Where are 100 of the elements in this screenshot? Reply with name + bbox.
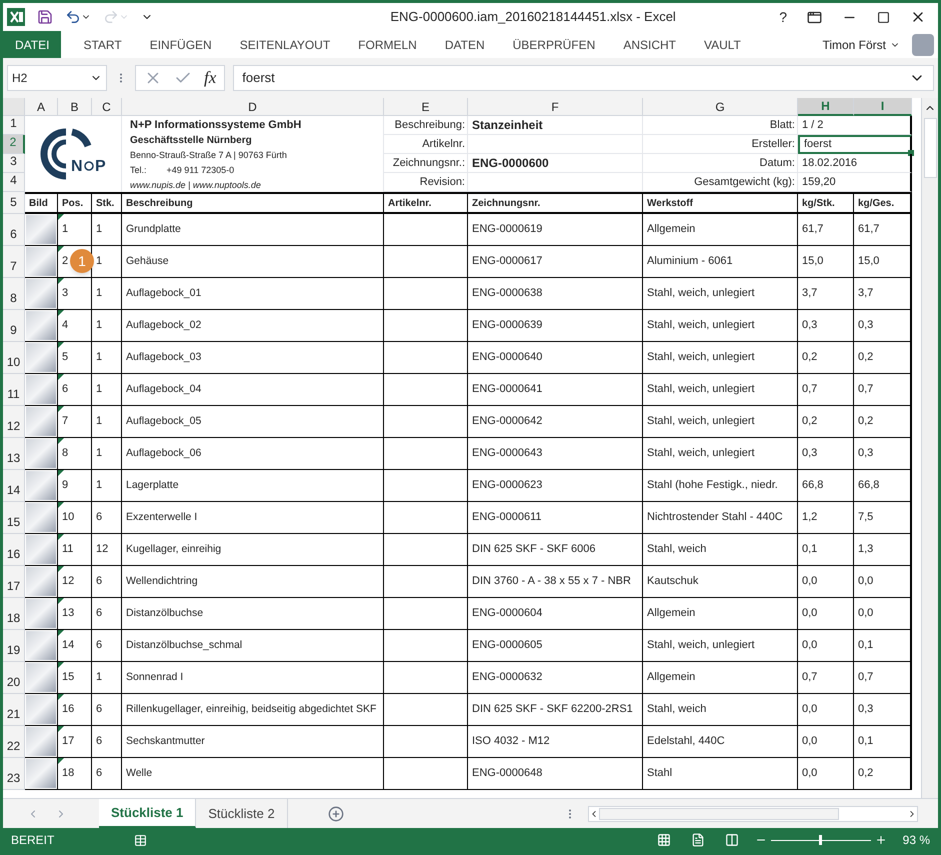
file-tab[interactable]: DATEI: [3, 31, 62, 58]
table-cell: 1: [92, 310, 122, 342]
ribbon-tab[interactable]: EINFÜGEN: [136, 31, 226, 58]
column-header[interactable]: G: [643, 98, 798, 116]
error-indicator-icon[interactable]: [58, 246, 64, 252]
row-header[interactable]: 15: [3, 502, 25, 534]
error-indicator-icon[interactable]: [58, 694, 64, 700]
row-header[interactable]: 8: [3, 278, 25, 310]
excel-logo-icon[interactable]: [7, 8, 25, 26]
horizontal-scrollbar[interactable]: [588, 806, 918, 822]
error-indicator-icon[interactable]: [58, 438, 64, 444]
table-cell: 7: [58, 406, 92, 438]
page-break-icon[interactable]: [724, 833, 739, 847]
error-indicator-icon[interactable]: [58, 214, 64, 220]
error-indicator-icon[interactable]: [58, 342, 64, 348]
undo-icon[interactable]: [65, 9, 91, 25]
row-header[interactable]: 10: [3, 342, 25, 374]
column-header[interactable]: C: [92, 98, 122, 116]
table-cell: 15,0: [798, 246, 854, 278]
row-header[interactable]: 18: [3, 598, 25, 630]
error-indicator-icon[interactable]: [58, 662, 64, 668]
table-cell: Auflagebock_02: [122, 310, 384, 342]
zoom-slider-thumb[interactable]: [818, 835, 822, 845]
row-header[interactable]: 21: [3, 694, 25, 726]
maximize-icon[interactable]: [877, 10, 890, 24]
zoom-in-icon[interactable]: [874, 834, 887, 846]
error-indicator-icon[interactable]: [58, 630, 64, 636]
normal-view-icon[interactable]: [656, 833, 671, 847]
row-header[interactable]: 13: [3, 438, 25, 470]
error-indicator-icon[interactable]: [58, 534, 64, 540]
scroll-thumb[interactable]: [924, 118, 936, 178]
error-indicator-icon[interactable]: [58, 406, 64, 412]
error-indicator-icon[interactable]: [58, 502, 64, 508]
row-header[interactable]: 1: [3, 116, 25, 135]
part-thumbnail: [26, 663, 56, 692]
column-header[interactable]: H: [798, 98, 854, 116]
ribbon-tab[interactable]: DATEN: [430, 31, 499, 58]
zoom-slider[interactable]: [770, 835, 871, 845]
row-header[interactable]: 6: [3, 214, 25, 246]
error-indicator-icon[interactable]: [58, 470, 64, 476]
table-cell: Grundplatte: [122, 214, 384, 246]
column-header[interactable]: D: [122, 98, 384, 116]
ribbon-tab[interactable]: ANSICHT: [609, 31, 690, 58]
error-indicator-icon[interactable]: [58, 278, 64, 284]
error-indicator-icon[interactable]: [58, 566, 64, 572]
column-header[interactable]: F: [468, 98, 643, 116]
scroll-thumb[interactable]: [599, 808, 839, 820]
table-cell: 11: [58, 534, 92, 566]
error-indicator-icon[interactable]: [58, 310, 64, 316]
sheet-tab[interactable]: Stückliste 1: [99, 799, 196, 828]
column-header[interactable]: B: [58, 98, 92, 116]
table-cell: 0,7: [798, 662, 854, 694]
table-cell: ENG-0000642: [468, 406, 643, 438]
row-header[interactable]: 11: [3, 374, 25, 406]
row-header[interactable]: 16: [3, 534, 25, 566]
ribbon-tab[interactable]: FORMELN: [344, 31, 431, 58]
add-sheet-icon[interactable]: [328, 806, 344, 822]
row-header[interactable]: 20: [3, 662, 25, 694]
column-header[interactable]: E: [384, 98, 468, 116]
ribbon-tab[interactable]: ÜBERPRÜFEN: [498, 31, 610, 58]
error-indicator-icon[interactable]: [58, 374, 64, 380]
row-header[interactable]: 19: [3, 630, 25, 662]
ribbon-tab[interactable]: START: [69, 31, 136, 58]
row-header[interactable]: 3: [3, 154, 25, 173]
row-header[interactable]: 22: [3, 726, 25, 758]
info-label: Revision:: [384, 173, 468, 192]
column-header[interactable]: A: [25, 98, 58, 116]
row-header[interactable]: 2: [3, 135, 25, 154]
error-indicator-icon[interactable]: [58, 758, 64, 764]
table-cell: Aluminium - 6061: [643, 246, 798, 278]
row-header[interactable]: 12: [3, 406, 25, 438]
formula-input[interactable]: foerst: [233, 65, 934, 91]
save-icon[interactable]: [37, 9, 53, 25]
table-cell: 8: [58, 438, 92, 470]
row-header[interactable]: 4: [3, 173, 25, 192]
avatar[interactable]: [912, 34, 934, 56]
row-header[interactable]: 5: [3, 192, 25, 214]
row-header[interactable]: 23: [3, 758, 25, 790]
help-button[interactable]: ?: [779, 6, 787, 28]
ribbon-tab[interactable]: VAULT: [690, 31, 755, 58]
row-header[interactable]: 7: [3, 246, 25, 278]
error-indicator-icon[interactable]: [58, 598, 64, 604]
ribbon-tab[interactable]: SEITENLAYOUT: [226, 31, 344, 58]
user-name[interactable]: Timon Först: [822, 36, 886, 54]
row-header[interactable]: 17: [3, 566, 25, 598]
column-header[interactable]: I: [854, 98, 912, 116]
vertical-scrollbar[interactable]: [921, 98, 938, 798]
ribbon-options-icon[interactable]: [807, 10, 822, 24]
table-cell: 0,3: [798, 310, 854, 342]
row-header[interactable]: 9: [3, 310, 25, 342]
info-value[interactable]: foerst: [798, 135, 912, 154]
macro-record-icon[interactable]: [134, 834, 148, 846]
name-box[interactable]: H2: [7, 65, 107, 91]
insert-function-button[interactable]: fx: [204, 65, 216, 91]
error-indicator-icon[interactable]: [58, 726, 64, 732]
row-header[interactable]: 14: [3, 470, 25, 502]
part-thumbnail: [26, 695, 56, 724]
column-heading: Beschreibung: [122, 192, 384, 214]
table-cell: Stahl, weich: [643, 534, 798, 566]
page-layout-icon[interactable]: [690, 833, 705, 847]
